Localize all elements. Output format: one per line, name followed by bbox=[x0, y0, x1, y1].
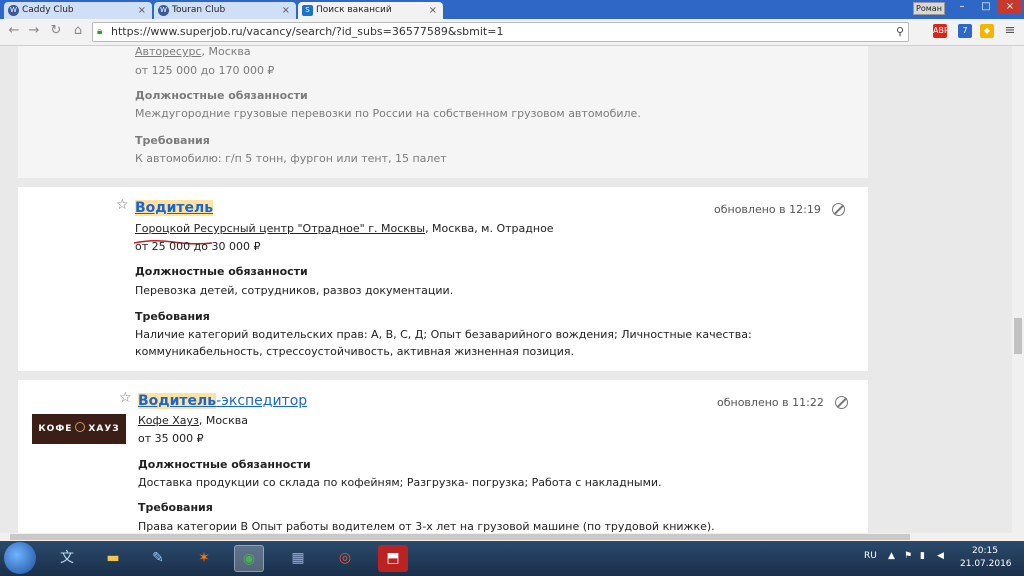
tray-arrow-icon[interactable]: ▲ bbox=[888, 551, 895, 561]
updated-time: обновлено в 11:22 bbox=[717, 396, 824, 409]
clock-time: 20:15 bbox=[972, 546, 998, 556]
company-link[interactable]: Гороцкой Ресурсный центр "Отрадное" г. М… bbox=[135, 222, 425, 235]
vacancy-title-rest[interactable]: -экспедитор bbox=[216, 393, 307, 409]
vw-logo-icon: W bbox=[158, 5, 169, 16]
pdf-icon[interactable]: ⬒ bbox=[378, 545, 408, 572]
vacancy-title-link[interactable]: Водитель bbox=[135, 200, 214, 216]
profile-button[interactable]: Роман bbox=[913, 2, 945, 15]
folder-icon[interactable]: ▬ bbox=[98, 545, 128, 572]
menu-icon[interactable]: ≡ bbox=[1003, 24, 1017, 38]
reload-icon[interactable]: ↻ bbox=[48, 23, 64, 39]
star-icon[interactable]: ☆ bbox=[116, 197, 129, 213]
scrollbar-thumb[interactable] bbox=[10, 534, 910, 540]
close-icon[interactable]: × bbox=[138, 2, 146, 19]
vacancy-card: КОФЕ ХАУЗ ☆ Водитель-экспедитор обновлено… bbox=[18, 380, 868, 533]
chrome-icon[interactable]: ◉ bbox=[234, 545, 264, 572]
company-link[interactable]: Кофе Хауз bbox=[138, 414, 199, 427]
vertical-scrollbar[interactable] bbox=[1012, 46, 1024, 541]
requirements-heading: Требования bbox=[135, 310, 210, 323]
location-text: , Москва bbox=[201, 46, 251, 58]
duties-heading: Должностные обязанности bbox=[138, 458, 311, 471]
tab-touran-club[interactable]: W Touran Club × bbox=[154, 2, 296, 19]
tab-label: Поиск вакансий bbox=[316, 5, 392, 15]
lock-icon: 🔒︎ bbox=[97, 26, 103, 37]
start-button[interactable] bbox=[4, 542, 36, 574]
volume-icon[interactable]: ◀ bbox=[937, 551, 944, 561]
vacancy-card: ☆ Водитель обновлено в 12:19 Гороцкой Ре… bbox=[18, 187, 868, 371]
tab-label: Touran Club bbox=[172, 5, 226, 15]
tab-vacancy-search[interactable]: S Поиск вакансий × bbox=[298, 2, 443, 19]
windows-taskbar: 文 ▬ ✎ ✶ ◉ ▦ ◎ ⬒ RU ▲ ⚑ ▮ ◀ 20:15 21.07.2… bbox=[0, 541, 1024, 576]
vw-logo-icon: W bbox=[8, 5, 19, 16]
paint-icon[interactable]: ✎ bbox=[143, 545, 173, 572]
avast-icon[interactable]: ✶ bbox=[189, 545, 219, 572]
url-text: https://www.superjob.ru/vacancy/search/?… bbox=[111, 25, 504, 38]
close-icon[interactable]: × bbox=[429, 2, 437, 19]
requirements-text: К автомобилю: г/п 5 тонн, фургон или тен… bbox=[135, 152, 447, 165]
star-icon[interactable]: ☆ bbox=[119, 390, 132, 406]
close-icon[interactable]: × bbox=[282, 2, 290, 19]
network-icon[interactable]: ▮ bbox=[920, 551, 925, 561]
browser-tab-strip: W Caddy Club × W Touran Club × S Поиск в… bbox=[0, 0, 1024, 19]
company-link[interactable]: Авторесурс bbox=[135, 46, 201, 58]
translate-icon[interactable]: 文 bbox=[52, 545, 82, 572]
requirements-text: коммуникабельность, стрессоустойчивость,… bbox=[135, 345, 575, 358]
scrollbar-thumb[interactable] bbox=[1014, 318, 1022, 354]
requirements-text: Наличие категорий водительских прав: А, … bbox=[135, 328, 752, 341]
duties-text: Перевозка детей, сотрудников, развоз док… bbox=[135, 284, 454, 297]
vacancy-card: Авторесурс, Москва от 125 000 до 170 000… bbox=[18, 46, 868, 178]
clock[interactable]: 20:15 21.07.2016 bbox=[960, 545, 1012, 571]
back-icon[interactable]: ← bbox=[6, 23, 22, 39]
duties-text: Междугородние грузовые перевозки по Росс… bbox=[135, 107, 641, 120]
page-content: Авторесурс, Москва от 125 000 до 170 000… bbox=[0, 46, 1012, 533]
duties-text: Доставка продукции со склада по кофейням… bbox=[138, 476, 662, 489]
maximize-icon[interactable]: □ bbox=[974, 0, 998, 14]
flag-icon[interactable]: ⚑ bbox=[904, 551, 912, 561]
requirements-text: Права категории В Опыт работы водителем … bbox=[138, 520, 715, 533]
duties-heading: Должностные обязанности bbox=[135, 89, 308, 102]
extension-icon[interactable]: ◆ bbox=[980, 24, 994, 38]
location-text: , Москва bbox=[198, 414, 248, 427]
address-bar[interactable]: 🔒︎ https://www.superjob.ru/vacancy/searc… bbox=[92, 22, 909, 42]
home-icon[interactable]: ⌂ bbox=[70, 23, 86, 39]
superjob-favicon-icon: S bbox=[302, 5, 313, 16]
badge-icon[interactable]: 7 bbox=[958, 24, 972, 38]
salary-text: от 35 000 ₽ bbox=[138, 432, 204, 445]
forward-icon[interactable]: → bbox=[26, 23, 42, 39]
browser-toolbar: ← → ↻ ⌂ 🔒︎ https://www.superjob.ru/vacan… bbox=[0, 19, 1024, 46]
hide-vacancy-icon[interactable] bbox=[835, 396, 848, 409]
salary-text: от 25 000 до 30 000 ₽ bbox=[135, 240, 261, 253]
close-window-icon[interactable]: × bbox=[998, 0, 1022, 14]
adblock-icon[interactable]: ABP bbox=[933, 24, 949, 38]
swirl-app-icon[interactable]: ◎ bbox=[330, 545, 360, 572]
vacancy-title-link[interactable]: Водитель bbox=[138, 393, 217, 409]
coffee-cup-icon bbox=[75, 422, 86, 432]
requirements-heading: Требования bbox=[138, 501, 213, 514]
updated-time: обновлено в 12:19 bbox=[714, 203, 821, 216]
salary-text: от 125 000 до 170 000 ₽ bbox=[135, 64, 275, 77]
company-logo[interactable]: КОФЕ ХАУЗ bbox=[32, 414, 126, 444]
horizontal-scrollbar[interactable] bbox=[0, 533, 1012, 541]
minimize-icon[interactable]: – bbox=[950, 0, 974, 14]
hide-vacancy-icon[interactable] bbox=[832, 203, 845, 216]
language-indicator[interactable]: RU bbox=[864, 551, 877, 561]
app-icon[interactable]: ▦ bbox=[283, 545, 313, 572]
tab-caddy-club[interactable]: W Caddy Club × bbox=[4, 2, 152, 19]
location-text: , Москва, м. Отрадное bbox=[425, 222, 554, 235]
clock-date: 21.07.2016 bbox=[960, 559, 1012, 569]
tab-label: Caddy Club bbox=[22, 5, 74, 15]
zoom-icon[interactable]: ⚲ bbox=[896, 23, 904, 41]
requirements-heading: Требования bbox=[135, 134, 210, 147]
duties-heading: Должностные обязанности bbox=[135, 265, 308, 278]
